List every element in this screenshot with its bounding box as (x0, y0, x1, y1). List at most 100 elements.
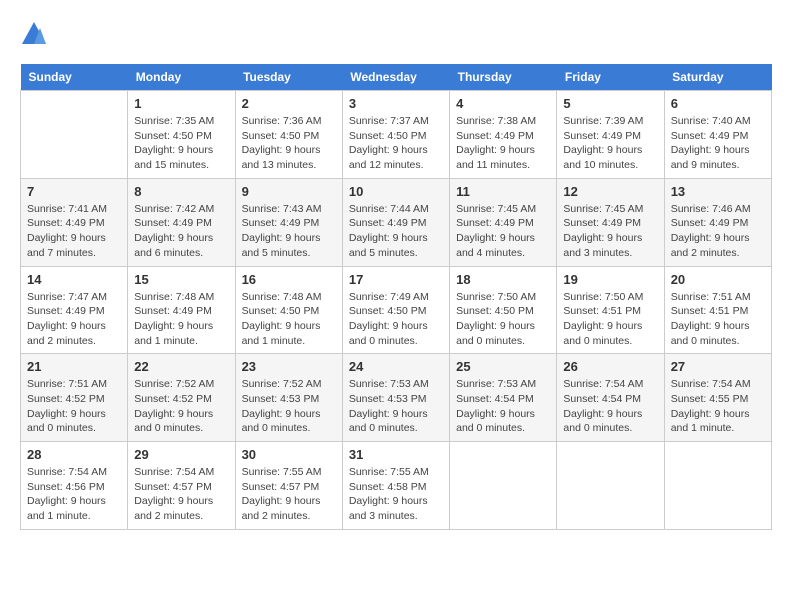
day-info: Sunrise: 7:41 AM Sunset: 4:49 PM Dayligh… (27, 202, 121, 261)
day-info: Sunrise: 7:55 AM Sunset: 4:58 PM Dayligh… (349, 465, 443, 524)
calendar-header-row: SundayMondayTuesdayWednesdayThursdayFrid… (21, 64, 772, 91)
calendar-cell (21, 91, 128, 179)
day-number: 12 (563, 184, 657, 199)
day-number: 4 (456, 96, 550, 111)
weekday-header-wednesday: Wednesday (342, 64, 449, 91)
calendar-cell: 30 Sunrise: 7:55 AM Sunset: 4:57 PM Dayli… (235, 442, 342, 530)
day-info: Sunrise: 7:51 AM Sunset: 4:51 PM Dayligh… (671, 290, 765, 349)
day-number: 30 (242, 447, 336, 462)
day-number: 22 (134, 359, 228, 374)
calendar-cell: 26 Sunrise: 7:54 AM Sunset: 4:54 PM Dayli… (557, 354, 664, 442)
day-number: 16 (242, 272, 336, 287)
calendar-cell: 10Sunrise: 7:44 AM Sunset: 4:49 PM Dayli… (342, 178, 449, 266)
weekday-header-tuesday: Tuesday (235, 64, 342, 91)
day-number: 9 (242, 184, 336, 199)
calendar-cell: 4 Sunrise: 7:38 AM Sunset: 4:49 PM Daylig… (450, 91, 557, 179)
calendar-cell: 2Sunrise: 7:36 AM Sunset: 4:50 PM Daylig… (235, 91, 342, 179)
day-number: 14 (27, 272, 121, 287)
day-number: 7 (27, 184, 121, 199)
day-number: 8 (134, 184, 228, 199)
weekday-header-monday: Monday (128, 64, 235, 91)
day-number: 19 (563, 272, 657, 287)
weekday-header-saturday: Saturday (664, 64, 771, 91)
day-info: Sunrise: 7:37 AM Sunset: 4:50 PM Dayligh… (349, 114, 443, 173)
weekday-header-friday: Friday (557, 64, 664, 91)
day-info: Sunrise: 7:54 AM Sunset: 4:56 PM Dayligh… (27, 465, 121, 524)
day-number: 21 (27, 359, 121, 374)
calendar-cell: 22 Sunrise: 7:52 AM Sunset: 4:52 PM Dayli… (128, 354, 235, 442)
page-header (20, 20, 772, 48)
day-info: Sunrise: 7:45 AM Sunset: 4:49 PM Dayligh… (456, 202, 550, 261)
weekday-header-sunday: Sunday (21, 64, 128, 91)
day-info: Sunrise: 7:52 AM Sunset: 4:52 PM Dayligh… (134, 377, 228, 436)
calendar-cell: 18 Sunrise: 7:50 AM Sunset: 4:50 PM Dayli… (450, 266, 557, 354)
calendar-cell: 1 Sunrise: 7:35 AM Sunset: 4:50 PM Daylig… (128, 91, 235, 179)
day-number: 29 (134, 447, 228, 462)
day-info: Sunrise: 7:38 AM Sunset: 4:49 PM Dayligh… (456, 114, 550, 173)
day-number: 28 (27, 447, 121, 462)
calendar-week-row: 28 Sunrise: 7:54 AM Sunset: 4:56 PM Dayli… (21, 442, 772, 530)
day-info: Sunrise: 7:48 AM Sunset: 4:49 PM Dayligh… (134, 290, 228, 349)
calendar-cell: 23 Sunrise: 7:52 AM Sunset: 4:53 PM Dayli… (235, 354, 342, 442)
calendar-cell: 8 Sunrise: 7:42 AM Sunset: 4:49 PM Daylig… (128, 178, 235, 266)
day-info: Sunrise: 7:35 AM Sunset: 4:50 PM Dayligh… (134, 114, 228, 173)
day-number: 1 (134, 96, 228, 111)
calendar-cell: 7 Sunrise: 7:41 AM Sunset: 4:49 PM Daylig… (21, 178, 128, 266)
calendar-cell: 15 Sunrise: 7:48 AM Sunset: 4:49 PM Dayli… (128, 266, 235, 354)
day-number: 24 (349, 359, 443, 374)
day-info: Sunrise: 7:48 AM Sunset: 4:50 PM Dayligh… (242, 290, 336, 349)
calendar-cell: 25 Sunrise: 7:53 AM Sunset: 4:54 PM Dayli… (450, 354, 557, 442)
day-number: 18 (456, 272, 550, 287)
calendar-cell: 11 Sunrise: 7:45 AM Sunset: 4:49 PM Dayli… (450, 178, 557, 266)
day-number: 20 (671, 272, 765, 287)
calendar-cell: 28 Sunrise: 7:54 AM Sunset: 4:56 PM Dayli… (21, 442, 128, 530)
calendar-cell: 21 Sunrise: 7:51 AM Sunset: 4:52 PM Dayli… (21, 354, 128, 442)
calendar-cell: 9Sunrise: 7:43 AM Sunset: 4:49 PM Daylig… (235, 178, 342, 266)
day-info: Sunrise: 7:46 AM Sunset: 4:49 PM Dayligh… (671, 202, 765, 261)
calendar-week-row: 21 Sunrise: 7:51 AM Sunset: 4:52 PM Dayli… (21, 354, 772, 442)
day-number: 13 (671, 184, 765, 199)
day-info: Sunrise: 7:42 AM Sunset: 4:49 PM Dayligh… (134, 202, 228, 261)
day-number: 11 (456, 184, 550, 199)
day-number: 25 (456, 359, 550, 374)
day-info: Sunrise: 7:39 AM Sunset: 4:49 PM Dayligh… (563, 114, 657, 173)
day-info: Sunrise: 7:52 AM Sunset: 4:53 PM Dayligh… (242, 377, 336, 436)
calendar-cell: 29 Sunrise: 7:54 AM Sunset: 4:57 PM Dayli… (128, 442, 235, 530)
day-number: 31 (349, 447, 443, 462)
day-info: Sunrise: 7:36 AM Sunset: 4:50 PM Dayligh… (242, 114, 336, 173)
day-info: Sunrise: 7:53 AM Sunset: 4:54 PM Dayligh… (456, 377, 550, 436)
day-info: Sunrise: 7:54 AM Sunset: 4:54 PM Dayligh… (563, 377, 657, 436)
calendar-cell: 16 Sunrise: 7:48 AM Sunset: 4:50 PM Dayli… (235, 266, 342, 354)
calendar-cell: 27Sunrise: 7:54 AM Sunset: 4:55 PM Dayli… (664, 354, 771, 442)
day-number: 6 (671, 96, 765, 111)
day-number: 17 (349, 272, 443, 287)
calendar-cell: 19Sunrise: 7:50 AM Sunset: 4:51 PM Dayli… (557, 266, 664, 354)
calendar-week-row: 14 Sunrise: 7:47 AM Sunset: 4:49 PM Dayli… (21, 266, 772, 354)
calendar-week-row: 7 Sunrise: 7:41 AM Sunset: 4:49 PM Daylig… (21, 178, 772, 266)
calendar-cell: 17 Sunrise: 7:49 AM Sunset: 4:50 PM Dayli… (342, 266, 449, 354)
day-number: 15 (134, 272, 228, 287)
day-info: Sunrise: 7:55 AM Sunset: 4:57 PM Dayligh… (242, 465, 336, 524)
day-info: Sunrise: 7:51 AM Sunset: 4:52 PM Dayligh… (27, 377, 121, 436)
day-info: Sunrise: 7:45 AM Sunset: 4:49 PM Dayligh… (563, 202, 657, 261)
logo (20, 20, 52, 48)
calendar-week-row: 1 Sunrise: 7:35 AM Sunset: 4:50 PM Daylig… (21, 91, 772, 179)
calendar-table: SundayMondayTuesdayWednesdayThursdayFrid… (20, 64, 772, 530)
day-number: 23 (242, 359, 336, 374)
calendar-cell: 31 Sunrise: 7:55 AM Sunset: 4:58 PM Dayli… (342, 442, 449, 530)
calendar-cell (557, 442, 664, 530)
day-info: Sunrise: 7:44 AM Sunset: 4:49 PM Dayligh… (349, 202, 443, 261)
day-info: Sunrise: 7:49 AM Sunset: 4:50 PM Dayligh… (349, 290, 443, 349)
day-number: 3 (349, 96, 443, 111)
day-number: 26 (563, 359, 657, 374)
calendar-cell: 6Sunrise: 7:40 AM Sunset: 4:49 PM Daylig… (664, 91, 771, 179)
logo-icon (20, 20, 48, 48)
day-info: Sunrise: 7:54 AM Sunset: 4:57 PM Dayligh… (134, 465, 228, 524)
day-number: 5 (563, 96, 657, 111)
day-info: Sunrise: 7:47 AM Sunset: 4:49 PM Dayligh… (27, 290, 121, 349)
calendar-cell: 24 Sunrise: 7:53 AM Sunset: 4:53 PM Dayli… (342, 354, 449, 442)
calendar-cell: 14 Sunrise: 7:47 AM Sunset: 4:49 PM Dayli… (21, 266, 128, 354)
day-info: Sunrise: 7:50 AM Sunset: 4:50 PM Dayligh… (456, 290, 550, 349)
day-info: Sunrise: 7:53 AM Sunset: 4:53 PM Dayligh… (349, 377, 443, 436)
calendar-cell (450, 442, 557, 530)
